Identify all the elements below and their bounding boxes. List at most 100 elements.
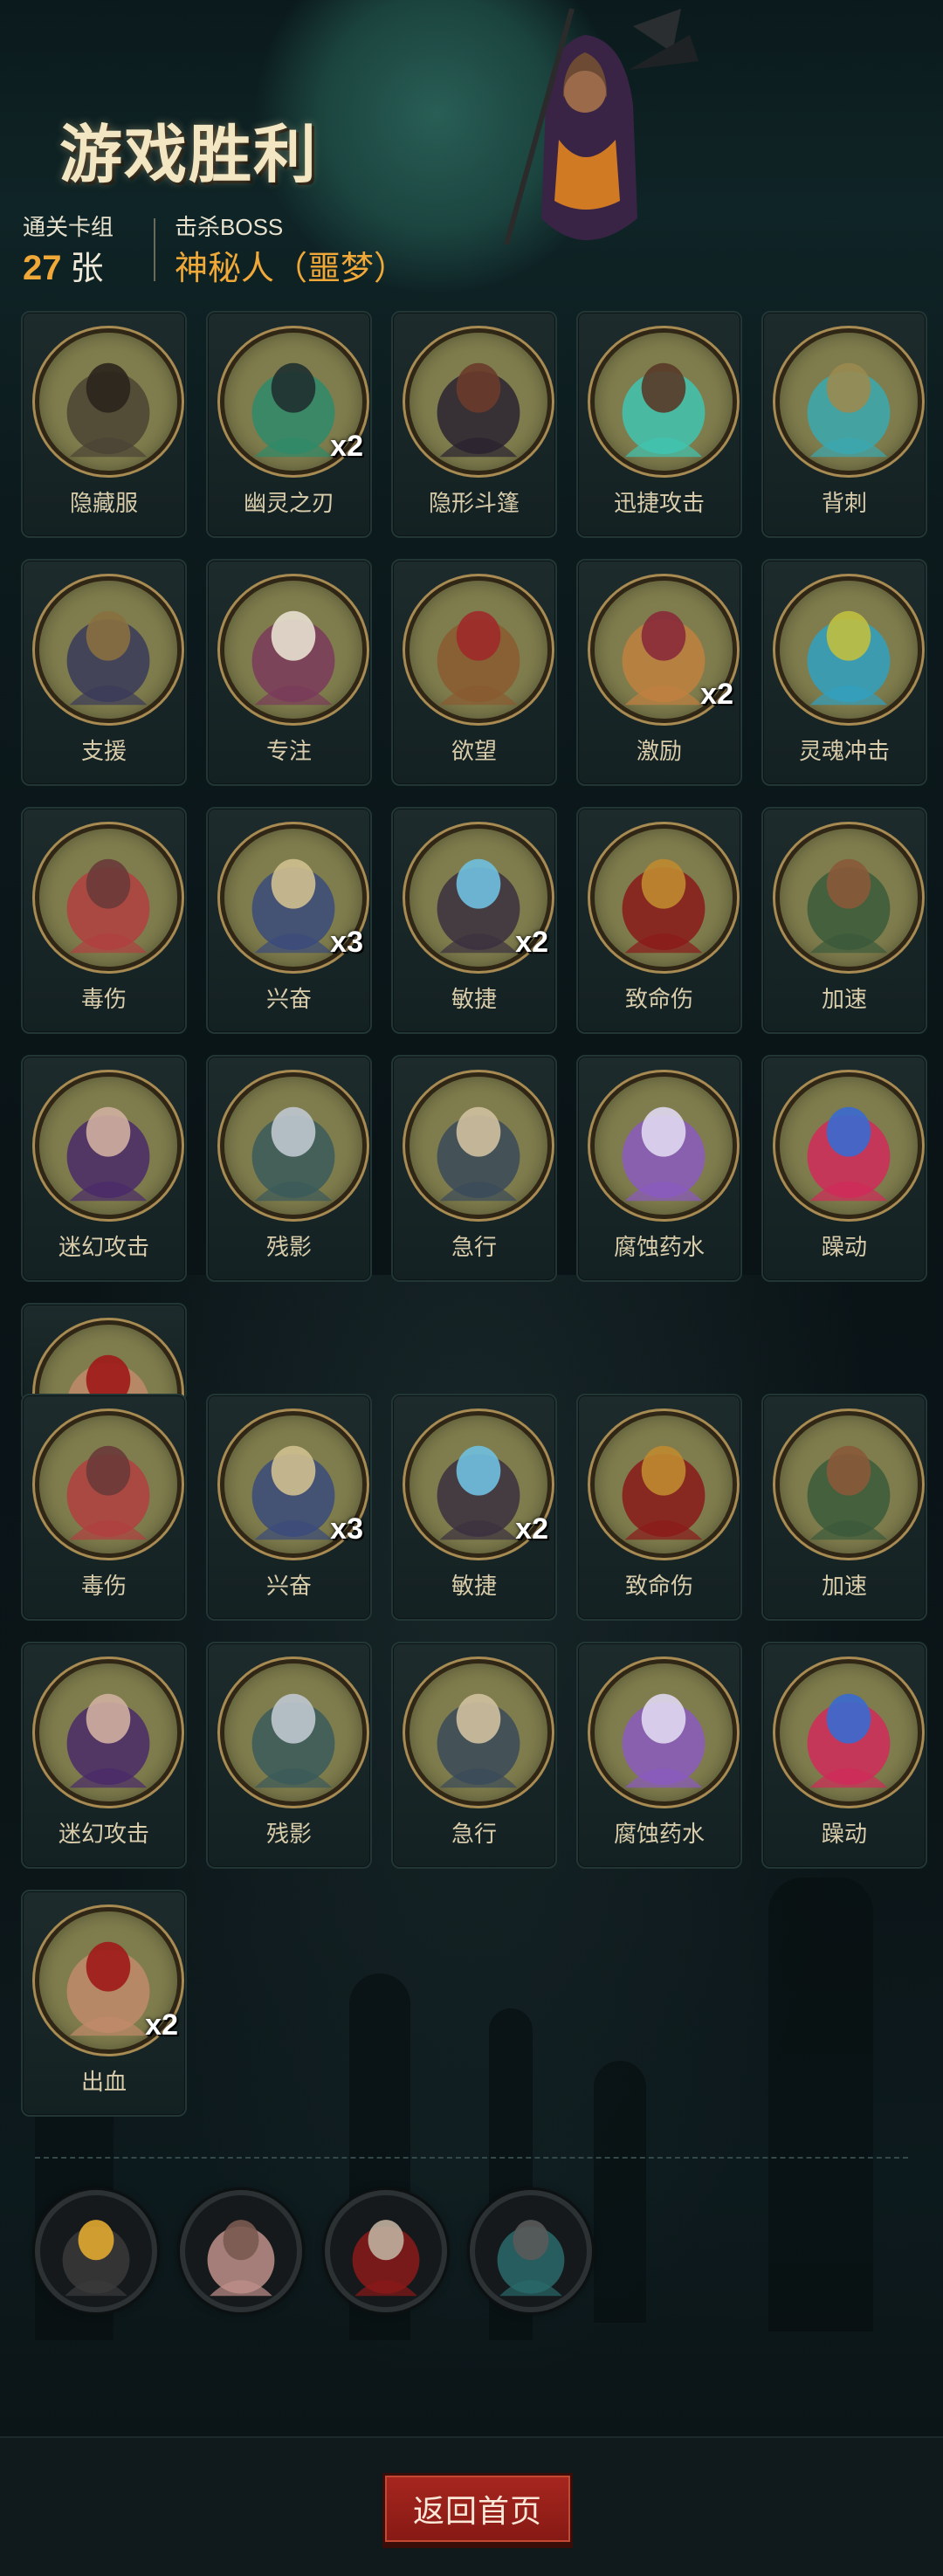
dash-icon [405,1072,552,1219]
hood-cloak-icon [35,328,182,475]
dash-icon [405,1659,552,1806]
card-agility[interactable]: 敏捷 x2 [391,807,557,1034]
card-invisibility-cape[interactable]: 隐形斗篷 [391,311,557,538]
afterimage-icon [220,1072,367,1219]
card-dash[interactable]: 急行 [391,1055,557,1282]
card-count-badge: x2 [700,678,733,711]
illusion-attack-icon [35,1072,182,1219]
card-inspire[interactable]: 激励 x2 [576,559,742,786]
card-name: 隐形斗篷 [428,490,520,516]
card-name: 残影 [265,1821,312,1847]
card-name: 残影 [265,1234,312,1260]
card-bleed[interactable] [21,1303,187,1402]
card-name: 专注 [265,738,312,764]
card-name: 幽灵之刃 [243,490,334,516]
backstab-icon [775,328,922,475]
card-ghost-blade[interactable]: 幽灵之刃 x2 [206,311,372,538]
card-name: 躁动 [821,1234,867,1260]
stage-label: 通关卡组 [23,214,114,240]
card-name: 致命伤 [624,1573,693,1599]
card-name: 背刺 [821,490,867,516]
card-name: 躁动 [821,1821,867,1847]
card-poison[interactable]: 毒伤 [21,1394,187,1621]
card-afterimage[interactable]: 残影 [206,1642,372,1869]
card-frenzy[interactable]: 躁动 [761,1055,927,1282]
page-title: 游戏胜利 [59,118,319,191]
card-greed[interactable]: 欲望 [391,559,557,786]
tree-silhouette [594,2061,646,2323]
card-name: 迷幻攻击 [58,1821,149,1847]
card-focus[interactable]: 专注 [206,559,372,786]
card-soul-strike[interactable]: 灵魂冲击 [761,559,927,786]
card-name: 迅捷攻击 [613,490,705,516]
card-count-badge: x2 [515,1512,548,1546]
hero-illustration [454,0,716,279]
fatal-wound-icon [590,824,737,971]
card-poison[interactable]: 毒伤 [21,807,187,1034]
card-name: 致命伤 [624,986,693,1012]
greed-icon [405,576,552,723]
pig-icon[interactable] [180,2190,302,2312]
card-corrosive-potion[interactable]: 腐蚀药水 [576,1642,742,1869]
card-haste[interactable]: 加速 [761,807,927,1034]
card-support[interactable]: 支援 [21,559,187,786]
card-fatal-wound[interactable]: 致命伤 [576,807,742,1034]
card-name: 兴奋 [265,1573,312,1599]
card-count-badge: x2 [515,926,548,959]
card-backstab[interactable]: 背刺 [761,311,927,538]
soul-strike-icon [775,576,922,723]
card-name: 腐蚀药水 [613,1234,705,1260]
header-divider [154,218,155,281]
card-afterimage[interactable]: 残影 [206,1055,372,1282]
dark-altar-icon[interactable] [470,2190,592,2312]
card-count-badge: x2 [145,2008,178,2042]
boss-name: 神秘人（噩梦） [175,251,408,287]
poison-icon [35,824,182,971]
footer-bar: 返回首页 [0,2436,943,2576]
stage-count-unit: 张 [70,251,104,287]
card-name: 激励 [636,738,682,764]
card-bleed[interactable]: 出血 x2 [21,1890,187,2117]
card-fatal-wound[interactable]: 致命伤 [576,1394,742,1621]
card-illusion-attack[interactable]: 迷幻攻击 [21,1642,187,1869]
invisibility-cape-icon [405,328,552,475]
card-excite[interactable]: 兴奋 x3 [206,1394,372,1621]
result-header: 游戏胜利 通关卡组 27 张 击杀BOSS 神秘人（噩梦） [0,0,943,297]
card-name: 敏捷 [451,986,497,1012]
bleed-icon [35,1320,182,1401]
card-name: 敏捷 [451,1573,497,1599]
corrosive-potion-icon [590,1072,737,1219]
stage-count: 27 张 [23,241,104,289]
card-name: 支援 [80,738,127,764]
card-name: 出血 [80,2069,127,2095]
frenzy-icon [775,1072,922,1219]
boss-label: 击杀BOSS [175,214,284,240]
gold-pot-icon[interactable] [35,2190,157,2312]
card-corrosive-potion[interactable]: 腐蚀药水 [576,1055,742,1282]
card-haste[interactable]: 加速 [761,1394,927,1621]
afterimage-icon [220,1659,367,1806]
card-agility[interactable]: 敏捷 x2 [391,1394,557,1621]
return-home-button[interactable]: 返回首页 [382,2473,573,2545]
card-name: 急行 [451,1234,497,1260]
card-name: 迷幻攻击 [58,1234,149,1260]
card-illusion-attack[interactable]: 迷幻攻击 [21,1055,187,1282]
focus-icon [220,576,367,723]
fatal-wound-icon [590,1411,737,1558]
card-name: 欲望 [451,738,497,764]
card-count-badge: x3 [330,926,363,959]
card-excite[interactable]: 兴奋 x3 [206,807,372,1034]
support-icon [35,576,182,723]
card-frenzy[interactable]: 躁动 [761,1642,927,1869]
card-name: 灵魂冲击 [798,738,890,764]
card-dash[interactable]: 急行 [391,1642,557,1869]
poison-icon [35,1411,182,1558]
frenzy-icon [775,1659,922,1806]
card-swift-attack[interactable]: 迅捷攻击 [576,311,742,538]
crossbow-icon[interactable] [325,2190,447,2312]
card-name: 腐蚀药水 [613,1821,705,1847]
swift-attack-icon [590,328,737,475]
card-count-badge: x2 [330,430,363,463]
card-hood-cloak[interactable]: 隐藏服 [21,311,187,538]
card-name: 毒伤 [80,986,127,1012]
